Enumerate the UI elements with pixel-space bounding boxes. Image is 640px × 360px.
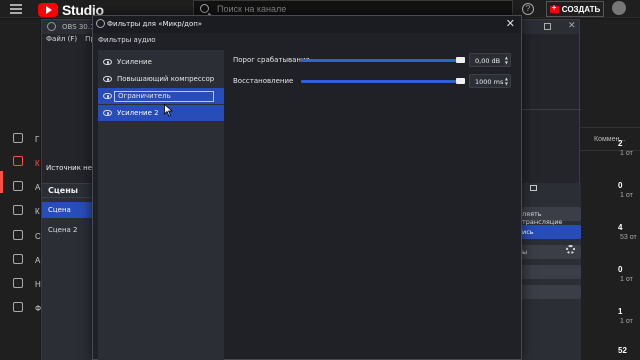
comments-count: 52 [618, 346, 627, 355]
customization-icon[interactable] [13, 302, 23, 312]
maximize-icon[interactable] [544, 23, 551, 30]
scenes-panel: Сцены Сцена Сцена 2 [42, 183, 92, 360]
copyright-icon[interactable] [13, 254, 23, 264]
analytics-icon[interactable] [13, 181, 23, 191]
comments-count: 4 [618, 223, 623, 232]
create-icon [549, 3, 559, 13]
create-button[interactable]: СОЗДАТЬ [546, 1, 604, 17]
preview-label: Источник не в [46, 164, 99, 172]
comments-count: 0 [618, 181, 623, 190]
spin-arrows-icon[interactable]: ▲ ▼ [505, 55, 508, 65]
sidebar-label: А [35, 183, 41, 192]
control-button[interactable] [518, 285, 581, 299]
spin-arrows-icon[interactable]: ▲ ▼ [505, 76, 508, 86]
release-slider-handle[interactable] [456, 78, 465, 84]
release-label: Восстановление [233, 77, 294, 85]
filter-item-selected[interactable]: Усиление 2 [98, 105, 224, 121]
sidebar-label: А [35, 256, 41, 265]
eye-icon[interactable] [103, 76, 112, 82]
dashboard-icon[interactable] [13, 133, 23, 143]
sidebar-label: Г [35, 135, 40, 144]
obs-logo-icon [47, 22, 56, 31]
sidebar-label: К [35, 159, 40, 168]
close-icon[interactable]: ✕ [568, 21, 576, 31]
scene-item[interactable]: Сцена 2 [42, 222, 92, 238]
threshold-label: Порог срабатывания [233, 56, 310, 64]
youtube-sidebar [0, 19, 40, 360]
menu-file[interactable]: Файл (F) [46, 35, 77, 46]
help-icon[interactable]: ? [522, 3, 534, 15]
earn-icon[interactable] [13, 278, 23, 288]
filter-item-editing[interactable]: Ограничитель [98, 88, 224, 104]
popout-icon[interactable] [530, 185, 537, 191]
comments-sub: 1 от [620, 192, 633, 199]
sidebar-label: С [35, 232, 41, 241]
filters-dialog: Фильтры для «Микр/доп» ✕ Фильтры аудио У… [92, 15, 522, 360]
comments-icon[interactable] [13, 205, 23, 215]
content-icon[interactable] [13, 156, 23, 166]
subtitles-icon[interactable] [13, 230, 23, 240]
comments-sub: 1 от [620, 318, 633, 325]
create-label: СОЗДАТЬ [561, 4, 601, 14]
gear-icon[interactable] [566, 245, 575, 254]
sidebar-label: Н [35, 280, 41, 289]
threshold-slider-handle[interactable] [456, 57, 465, 63]
eye-icon[interactable] [103, 93, 112, 99]
mouse-cursor-icon [164, 104, 173, 117]
control-button[interactable] [518, 265, 581, 279]
scenes-header: Сцены [42, 184, 92, 198]
eye-icon[interactable] [103, 59, 112, 65]
close-icon[interactable]: ✕ [506, 17, 515, 30]
dialog-title-bar: Фильтры для «Микр/доп» ✕ [93, 16, 521, 33]
comments-sub: 1 от [620, 276, 633, 283]
threshold-spinbox[interactable]: 0,00 dB ▲ ▼ [469, 53, 511, 67]
search-icon [200, 4, 209, 13]
threshold-value: 0,00 dB [475, 57, 501, 65]
comments-count: 2 [618, 139, 623, 148]
comments-sub: 1 от [620, 150, 633, 157]
dialog-title: Фильтры для «Микр/доп» [107, 20, 203, 28]
youtube-play-icon [38, 3, 58, 17]
comments-sub: 53 от [620, 234, 637, 241]
filter-item[interactable]: Усиление [98, 54, 224, 70]
eye-icon[interactable] [103, 110, 112, 116]
start-recording-button[interactable]: ись [518, 225, 581, 239]
scene-item[interactable]: Сцена [42, 202, 92, 218]
divider [518, 109, 581, 110]
filter-label: Усиление 2 [117, 109, 159, 117]
filter-list: Усиление Повышающий компрессор Ограничит… [98, 50, 224, 360]
comments-column-header[interactable]: Коммен... [580, 127, 640, 151]
avatar[interactable] [612, 1, 626, 15]
release-spinbox[interactable]: 1000 ms ▲ ▼ [469, 74, 511, 88]
release-slider[interactable] [301, 80, 465, 83]
content-table-edge: Коммен... [580, 19, 640, 360]
sidebar-label: К [35, 207, 40, 216]
search-placeholder: Поиск на канале [217, 3, 287, 14]
menu-icon[interactable] [10, 4, 22, 14]
controls-panel: ляять трансляцие ись ы [518, 183, 581, 360]
obs-logo-icon [96, 19, 105, 28]
filter-label: Усиление [117, 58, 152, 66]
filter-label: Повышающий компрессор [117, 75, 215, 83]
filter-item[interactable]: Повышающий компрессор [98, 71, 224, 87]
start-streaming-button[interactable]: ляять трансляцие [518, 207, 581, 226]
comments-count: 1 [618, 307, 623, 316]
audio-filters-heading: Фильтры аудио [98, 36, 156, 44]
threshold-slider[interactable] [301, 59, 465, 62]
filter-rename-field[interactable]: Ограничитель [114, 91, 214, 102]
release-value: 1000 ms [475, 78, 504, 86]
comments-count: 0 [618, 265, 623, 274]
active-indicator [0, 171, 3, 193]
